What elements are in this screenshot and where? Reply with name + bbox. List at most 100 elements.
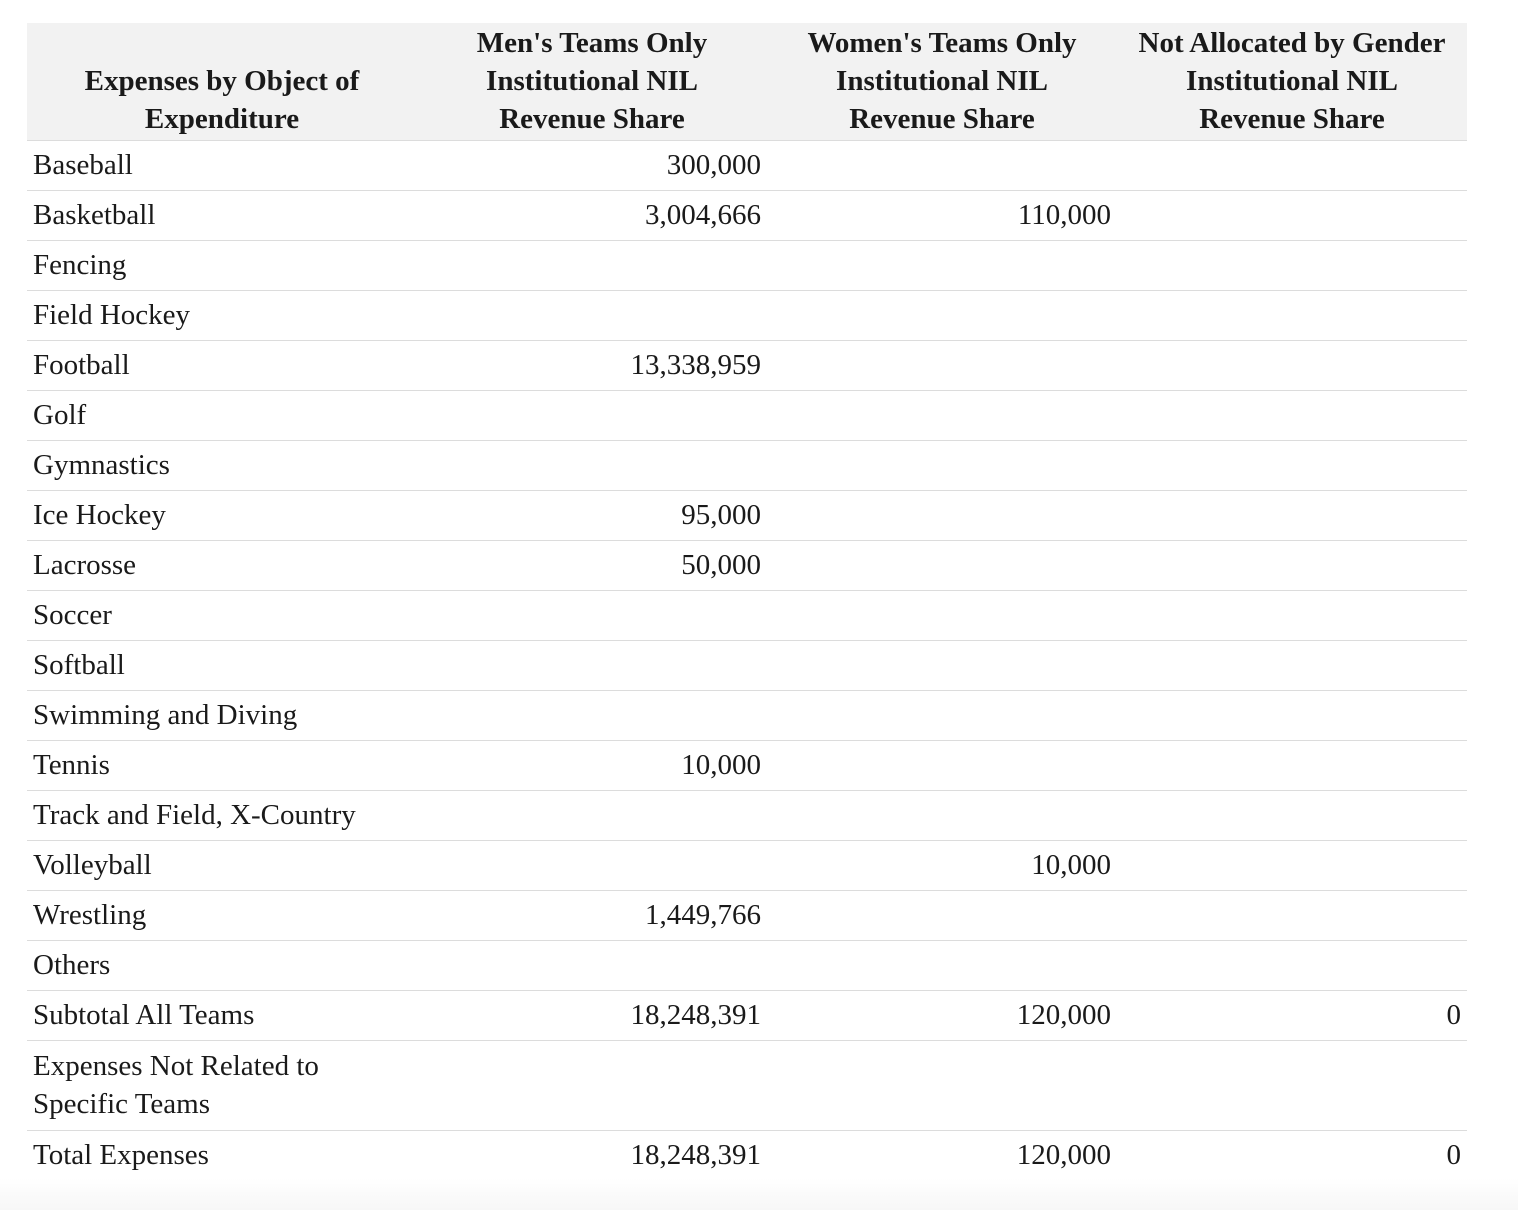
mens-value bbox=[417, 1040, 767, 1131]
not-allocated-value: 0 bbox=[1117, 990, 1467, 1041]
header-line: Revenue Share bbox=[499, 102, 685, 135]
table-row: Field Hockey bbox=[27, 290, 1467, 341]
header-line: Expenditure bbox=[144, 102, 300, 135]
row-label: Gymnastics bbox=[27, 440, 417, 491]
row-label: Lacrosse bbox=[27, 540, 417, 591]
not-allocated-value bbox=[1117, 740, 1467, 791]
not-allocated-value bbox=[1117, 1040, 1467, 1131]
row-label: Total Expenses bbox=[33, 1139, 209, 1172]
table-row: Gymnastics bbox=[27, 440, 1467, 491]
not-allocated-value bbox=[1117, 790, 1467, 841]
not-allocated-value bbox=[1117, 290, 1467, 341]
not-allocated-value bbox=[1117, 640, 1467, 691]
subtotal-row: Subtotal All Teams 18,248,391 120,000 0 bbox=[27, 990, 1467, 1041]
row-label: Tennis bbox=[27, 740, 417, 791]
page: Expenses by Object of Expenditure Men's … bbox=[0, 0, 1518, 1210]
mens-value: 18,248,391 bbox=[417, 990, 767, 1041]
row-label: Baseball bbox=[27, 140, 417, 191]
not-allocated-value bbox=[1117, 240, 1467, 291]
header-row: Expenses by Object of Expenditure Men's … bbox=[27, 23, 1467, 141]
header-line: Men's Teams Only bbox=[476, 26, 708, 59]
not-allocated-value bbox=[1117, 340, 1467, 391]
mens-value bbox=[417, 640, 767, 691]
not-allocated-value bbox=[1117, 440, 1467, 491]
not-allocated-value: 0 bbox=[1446, 1139, 1462, 1172]
table-body: Baseball 300,000 Basketball 3,004,666 11… bbox=[27, 140, 1467, 1180]
table-row: Track and Field, X-Country bbox=[27, 790, 1467, 841]
mens-value bbox=[417, 290, 767, 341]
row-label: Track and Field, X-Country bbox=[27, 790, 417, 841]
row-label: Golf bbox=[27, 390, 417, 441]
womens-value bbox=[767, 340, 1117, 391]
womens-value bbox=[767, 490, 1117, 541]
mens-value bbox=[417, 790, 767, 841]
womens-value: 120,000 bbox=[767, 990, 1117, 1041]
mens-value bbox=[417, 440, 767, 491]
table-row: Golf bbox=[27, 390, 1467, 441]
not-allocated-value bbox=[1117, 940, 1467, 991]
not-allocated-value bbox=[1117, 140, 1467, 191]
row-label: Basketball bbox=[27, 190, 417, 241]
womens-value bbox=[767, 240, 1117, 291]
header-womens-teams: Women's Teams Only Institutional NIL Rev… bbox=[767, 23, 1117, 141]
table-row: Soccer bbox=[27, 590, 1467, 641]
womens-value bbox=[767, 940, 1117, 991]
table-row: Volleyball 10,000 bbox=[27, 840, 1467, 891]
expenses-table: Expenses by Object of Expenditure Men's … bbox=[27, 23, 1467, 1180]
row-label: Swimming and Diving bbox=[27, 690, 417, 741]
not-allocated-value bbox=[1117, 190, 1467, 241]
womens-value bbox=[767, 640, 1117, 691]
table-row: Baseball 300,000 bbox=[27, 140, 1467, 191]
womens-value bbox=[767, 890, 1117, 941]
row-label: Wrestling bbox=[27, 890, 417, 941]
header-mens-teams: Men's Teams Only Institutional NIL Reven… bbox=[417, 23, 767, 141]
not-allocated-value bbox=[1117, 690, 1467, 741]
womens-value bbox=[767, 390, 1117, 441]
table-row: Swimming and Diving bbox=[27, 690, 1467, 741]
not-allocated-value bbox=[1117, 490, 1467, 541]
womens-value bbox=[767, 590, 1117, 641]
row-label: Subtotal All Teams bbox=[27, 990, 417, 1041]
not-allocated-value bbox=[1117, 540, 1467, 591]
table-row: Lacrosse 50,000 bbox=[27, 540, 1467, 591]
mens-value: 13,338,959 bbox=[417, 340, 767, 391]
mens-value: 18,248,391 bbox=[630, 1139, 762, 1172]
header-line: Women's Teams Only bbox=[807, 26, 1077, 59]
header-line: Not Allocated by Gender bbox=[1138, 26, 1446, 59]
mens-value bbox=[417, 390, 767, 441]
womens-value bbox=[767, 690, 1117, 741]
row-label: Field Hockey bbox=[27, 290, 417, 341]
mens-value bbox=[417, 690, 767, 741]
header-line: Institutional NIL bbox=[486, 64, 698, 97]
not-allocated-value bbox=[1117, 590, 1467, 641]
womens-value bbox=[767, 140, 1117, 191]
womens-value bbox=[767, 1040, 1117, 1131]
mens-value bbox=[417, 590, 767, 641]
mens-value: 1,449,766 bbox=[417, 890, 767, 941]
mens-value bbox=[417, 940, 767, 991]
table-row: Basketball 3,004,666 110,000 bbox=[27, 190, 1467, 241]
row-label: Softball bbox=[27, 640, 417, 691]
header-line: Revenue Share bbox=[1199, 102, 1385, 135]
table-header: Expenses by Object of Expenditure Men's … bbox=[27, 23, 1467, 141]
womens-value bbox=[767, 290, 1117, 341]
table-row: Ice Hockey 95,000 bbox=[27, 490, 1467, 541]
table-row: Softball bbox=[27, 640, 1467, 691]
header-not-allocated: Not Allocated by Gender Institutional NI… bbox=[1117, 23, 1467, 141]
table-row: Wrestling 1,449,766 bbox=[27, 890, 1467, 941]
table-row: Football 13,338,959 bbox=[27, 340, 1467, 391]
mens-value bbox=[417, 840, 767, 891]
total-row: Total Expenses 18,248,391 120,000 0 bbox=[27, 1130, 1467, 1180]
mens-value: 10,000 bbox=[417, 740, 767, 791]
mens-value: 50,000 bbox=[417, 540, 767, 591]
mens-value bbox=[417, 240, 767, 291]
mens-value: 3,004,666 bbox=[417, 190, 767, 241]
mens-value: 95,000 bbox=[417, 490, 767, 541]
header-expenses-by-object: Expenses by Object of Expenditure bbox=[27, 23, 417, 141]
table-row: Others bbox=[27, 940, 1467, 991]
row-label: Volleyball bbox=[27, 840, 417, 891]
womens-value: 110,000 bbox=[767, 190, 1117, 241]
table-row: Expenses Not Related to Specific Teams bbox=[27, 1040, 1467, 1131]
row-label: Ice Hockey bbox=[27, 490, 417, 541]
womens-value bbox=[767, 740, 1117, 791]
